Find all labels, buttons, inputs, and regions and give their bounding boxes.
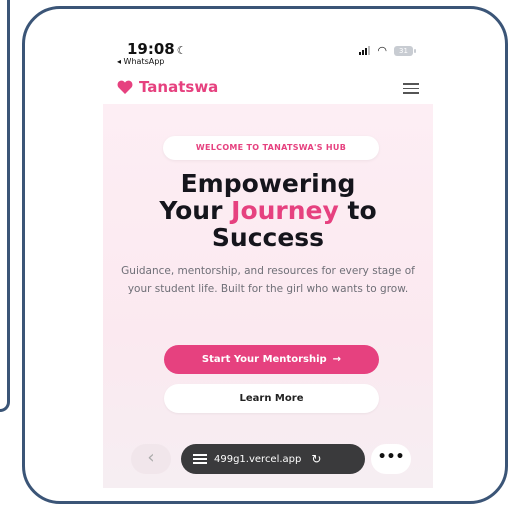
phone-screen: 19:08 ☾ ◂ WhatsApp ◠ 31 Tanatswa WELCOME … [103,38,433,488]
url-bar[interactable]: 499g1.vercel.app ↻ [181,444,365,474]
heart-icon [117,80,133,94]
back-to-app-link[interactable]: ◂ WhatsApp [117,57,164,66]
wifi-icon: ◠ [377,44,387,57]
battery-icon: 31 [394,45,416,56]
browser-back-button[interactable]: ‹ [131,444,171,474]
reload-icon[interactable]: ↻ [311,452,321,466]
more-options-button[interactable]: ••• [371,444,411,474]
arrow-right-icon: → [332,354,342,365]
start-mentorship-button[interactable]: Start Your Mentorship → [164,345,379,374]
learn-more-button[interactable]: Learn More [164,384,379,413]
hamburger-menu-icon[interactable] [403,83,419,94]
hero-description: Guidance, mentorship, and resources for … [121,265,415,295]
signal-icon [359,46,371,55]
hero-section: WELCOME TO TANATSWA'S HUB Empowering You… [103,104,433,488]
tabs-icon [193,453,207,465]
hero-headline: Empowering Your Journey to Success [159,169,377,252]
status-time: 19:08 ☾ [127,40,187,58]
moon-icon: ☾ [176,44,187,57]
status-bar: 19:08 ☾ ◂ WhatsApp ◠ 31 [103,38,433,72]
system-icons: ◠ 31 [359,44,416,57]
browser-bottom-bar: ‹ 499g1.vercel.app ↻ ••• [103,444,433,484]
headline-accent: Journey [231,196,339,225]
frame-edge-left [0,0,10,412]
brand-logo[interactable]: Tanatswa [117,78,218,96]
welcome-badge: WELCOME TO TANATSWA'S HUB [163,136,379,160]
url-text: 499g1.vercel.app [214,453,302,465]
site-navbar: Tanatswa [103,72,433,104]
brand-name: Tanatswa [139,78,219,96]
